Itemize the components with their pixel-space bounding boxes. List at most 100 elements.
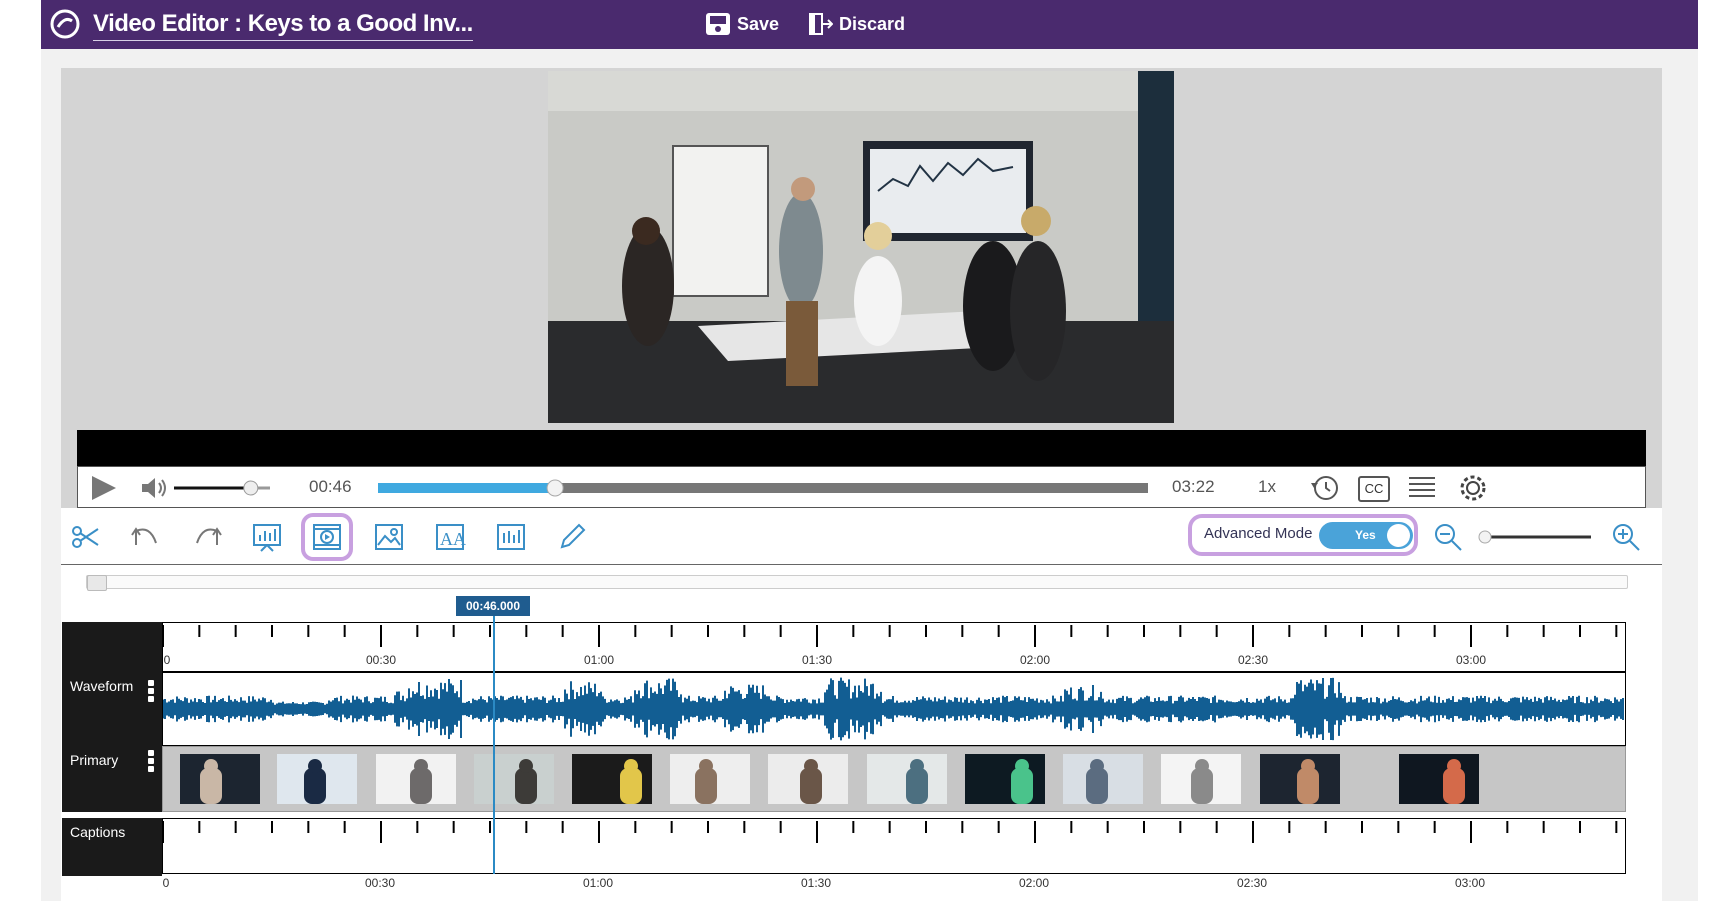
- ruler-label: 00:30: [364, 876, 396, 890]
- ruler-label: 00:30: [365, 653, 397, 667]
- pencil-icon: [560, 523, 586, 549]
- zoom-slider[interactable]: [1477, 528, 1595, 546]
- page-title[interactable]: Video Editor : Keys to a Good Inv...: [93, 10, 473, 41]
- clip-thumbnail[interactable]: [376, 754, 456, 804]
- track-label-captions: Captions: [62, 818, 162, 876]
- video-frame[interactable]: [548, 71, 1174, 423]
- ruler-label: 02:00: [1019, 653, 1051, 667]
- editor-toolbar: AA Advanced Mode Yes: [61, 508, 1662, 565]
- duration: 03:22: [1172, 477, 1215, 496]
- text-icon: AA: [436, 524, 466, 550]
- ruler-label: 01:30: [800, 876, 832, 890]
- track-menu-icon[interactable]: [148, 680, 154, 704]
- annotate-tool[interactable]: [552, 517, 592, 557]
- primary-track[interactable]: [162, 746, 1626, 812]
- chapters-list-icon[interactable]: [1407, 474, 1437, 502]
- waveform-graphic: [162, 677, 1624, 741]
- presentation-tool[interactable]: [247, 517, 287, 557]
- zoom-out-icon[interactable]: [1433, 522, 1463, 552]
- insert-image-tool[interactable]: [369, 517, 409, 557]
- volume-slider[interactable]: [170, 479, 274, 497]
- ruler-label: 0: [162, 876, 170, 890]
- scissors-icon: [72, 526, 99, 548]
- ruler-corner: [62, 622, 162, 672]
- ruler-label: 02:30: [1237, 653, 1269, 667]
- advanced-mode-control: Advanced Mode Yes: [1188, 514, 1418, 556]
- clip-thumbnail[interactable]: [572, 754, 652, 804]
- waveform-path: [162, 677, 1624, 741]
- ruler-label: 01:00: [583, 653, 615, 667]
- track-label-primary: Primary: [62, 746, 162, 812]
- captions-button[interactable]: CC: [1358, 476, 1390, 502]
- video-clip-icon: [313, 524, 341, 550]
- discard-label: Discard: [839, 13, 906, 34]
- volume-icon[interactable]: [140, 476, 170, 500]
- timeline-ruler-top[interactable]: 0 00:30 01:00 01:30 02:00 02:30 03:00: [162, 622, 1626, 672]
- clip-thumbnail[interactable]: [474, 754, 554, 804]
- timeline-ruler-bottom-labels: 0 00:30 01:00 01:30 02:00 02:30 03:00: [162, 876, 1626, 894]
- clip-thumbnail[interactable]: [768, 754, 848, 804]
- advanced-mode-label: Advanced Mode: [1204, 525, 1313, 542]
- redo-icon: [196, 527, 222, 545]
- save-icon: [706, 13, 730, 35]
- video-frame-image: [548, 71, 1174, 423]
- discard-icon: [809, 13, 833, 35]
- app-header: Video Editor : Keys to a Good Inv... Sav…: [41, 0, 1698, 49]
- ruler-ticks: [163, 821, 1618, 843]
- waveform-track[interactable]: [162, 672, 1626, 746]
- progress-bar[interactable]: [376, 478, 1152, 498]
- ruler-label: 03:00: [1455, 653, 1487, 667]
- track-name: Primary: [70, 752, 119, 768]
- undo-icon: [131, 527, 157, 545]
- clip-thumbnail[interactable]: [1063, 754, 1143, 804]
- timeline-scrollbar[interactable]: [86, 575, 1628, 591]
- discard-button[interactable]: Discard: [807, 8, 905, 40]
- playback-speed[interactable]: 1x: [1258, 477, 1276, 497]
- track-name: Captions: [70, 824, 126, 840]
- redo-tool[interactable]: [187, 517, 227, 557]
- playhead-time[interactable]: 00:46.000: [456, 596, 530, 616]
- ruler-label: 0: [163, 653, 171, 667]
- track-menu-icon[interactable]: [148, 750, 154, 774]
- ruler-label: 02:00: [1018, 876, 1050, 890]
- play-icon[interactable]: [90, 475, 118, 501]
- save-label: Save: [737, 13, 780, 34]
- save-button[interactable]: Save: [705, 8, 779, 40]
- captions-track[interactable]: [162, 818, 1626, 874]
- clip-thumbnail[interactable]: [277, 754, 357, 804]
- scrollbar-thumb[interactable]: [87, 575, 107, 591]
- playhead-line[interactable]: [493, 614, 495, 874]
- image-icon: [375, 524, 403, 550]
- toggle-value: Yes: [1355, 528, 1376, 542]
- insert-quiz-tool[interactable]: [491, 517, 531, 557]
- quiz-icon: [497, 524, 525, 550]
- toggle-knob: [1387, 524, 1410, 547]
- player-controls: 00:46 03:22 1x CC: [77, 466, 1646, 508]
- clip-thumbnail[interactable]: [670, 754, 750, 804]
- settings-gear-icon[interactable]: [1458, 473, 1488, 503]
- clip-thumbnail[interactable]: [1161, 754, 1241, 804]
- zoom-in-icon[interactable]: [1611, 522, 1643, 552]
- clip-thumbnail[interactable]: [965, 754, 1045, 804]
- track-name: Waveform: [70, 678, 134, 694]
- history-icon[interactable]: [1310, 474, 1340, 502]
- ruler-label: 01:30: [801, 653, 833, 667]
- clip-thumbnail[interactable]: [180, 754, 260, 804]
- presentation-chart-icon: [253, 524, 281, 552]
- ruler-label: 02:30: [1236, 876, 1268, 890]
- cut-tool[interactable]: [66, 517, 106, 557]
- advanced-mode-toggle[interactable]: Yes: [1319, 522, 1413, 549]
- undo-tool[interactable]: [126, 517, 166, 557]
- insert-text-tool[interactable]: AA: [430, 517, 470, 557]
- ruler-label: 01:00: [582, 876, 614, 890]
- player-letterbox: [77, 430, 1646, 466]
- clip-thumbnail[interactable]: [1399, 754, 1479, 804]
- svg-text:AA: AA: [440, 529, 466, 549]
- insert-video-tool[interactable]: [301, 513, 353, 561]
- current-time: 00:46: [309, 477, 352, 496]
- clip-thumbnail[interactable]: [1260, 754, 1340, 804]
- clip-thumbnail[interactable]: [867, 754, 947, 804]
- track-label-waveform: Waveform: [62, 672, 162, 746]
- ruler-label: 03:00: [1454, 876, 1486, 890]
- app-logo-icon: [50, 9, 80, 39]
